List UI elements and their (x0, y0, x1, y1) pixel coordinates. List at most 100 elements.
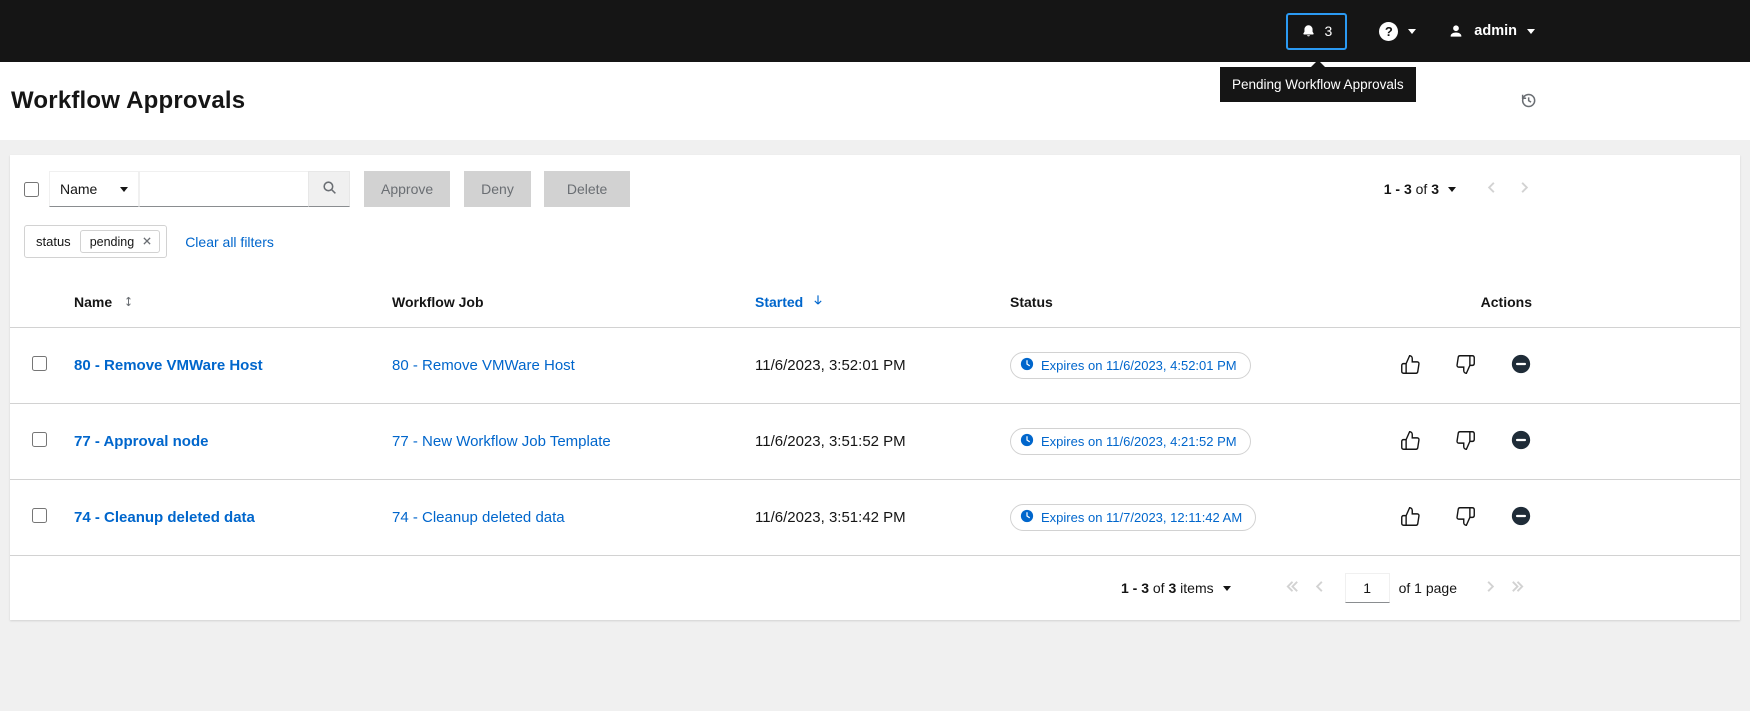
deny-row-button[interactable] (1455, 354, 1476, 378)
chevron-left-icon (1312, 579, 1327, 597)
status-expiration-badge: Expires on 11/6/2023, 4:52:01 PM (1010, 352, 1251, 379)
user-icon (1448, 23, 1464, 39)
deny-row-button[interactable] (1455, 506, 1476, 530)
row-actions (1360, 353, 1740, 378)
page-header: Workflow Approvals (0, 62, 1750, 140)
double-chevron-left-icon (1285, 579, 1300, 597)
chip-group-label: status (36, 234, 71, 249)
username: admin (1474, 23, 1517, 39)
filter-type-dropdown[interactable]: Name (49, 171, 139, 207)
started-value: 11/6/2023, 3:52:01 PM (755, 357, 1010, 374)
help-menu[interactable]: ? (1379, 22, 1416, 41)
column-header-status: Status (1010, 294, 1360, 310)
chevron-down-icon (1527, 29, 1535, 34)
row-checkbox[interactable] (32, 508, 47, 523)
caret-down-icon (1223, 586, 1231, 591)
approve-row-button[interactable] (1400, 354, 1421, 378)
page-title: Workflow Approvals (11, 87, 245, 115)
thumbs-up-icon (1400, 430, 1421, 454)
double-chevron-right-icon (1510, 579, 1525, 597)
approval-name-link[interactable]: 80 - Remove VMWare Host (74, 357, 263, 374)
caret-down-icon (120, 187, 128, 192)
row-actions (1360, 505, 1740, 530)
clock-icon (1020, 509, 1034, 526)
started-value: 11/6/2023, 3:51:42 PM (755, 509, 1010, 526)
row-checkbox[interactable] (32, 432, 47, 447)
clock-icon (1020, 433, 1034, 450)
chevron-right-icon (1517, 180, 1532, 198)
approve-row-button[interactable] (1400, 430, 1421, 454)
list-toolbar: Name Approve Deny Delete 1 - 3 of 3 (10, 155, 1740, 217)
minus-circle-icon (1510, 353, 1532, 378)
search-button[interactable] (308, 171, 350, 207)
items-summary: 1 - 3 of 3 items (1121, 580, 1214, 596)
clear-all-filters-link[interactable]: Clear all filters (185, 234, 274, 250)
status-expiration-badge: Expires on 11/7/2023, 12:11:42 AM (1010, 504, 1256, 531)
bottom-pagination: 1 - 3 of 3 items of 1 page (10, 556, 1740, 620)
status-chip-group: status pending (24, 225, 167, 258)
deny-row-button[interactable] (1455, 430, 1476, 454)
chevron-left-icon (1484, 180, 1499, 198)
masthead: 3 ? admin (0, 0, 1750, 62)
cancel-row-button[interactable] (1510, 429, 1532, 454)
sort-icon (122, 295, 135, 308)
delete-button[interactable]: Delete (544, 171, 630, 207)
cancel-row-button[interactable] (1510, 353, 1532, 378)
help-icon: ? (1379, 22, 1398, 41)
previous-page-button[interactable] (1312, 579, 1327, 597)
approval-name-link[interactable]: 77 - Approval node (74, 433, 208, 450)
thumbs-down-icon (1455, 354, 1476, 378)
table-row: 74 - Cleanup deleted data 74 - Cleanup d… (10, 480, 1740, 556)
workflow-approvals-card: Name Approve Deny Delete 1 - 3 of 3 (10, 155, 1740, 620)
filter-type-label: Name (60, 181, 97, 197)
notifications-button[interactable]: 3 (1286, 13, 1348, 50)
started-value: 11/6/2023, 3:51:52 PM (755, 433, 1010, 450)
first-page-button[interactable] (1285, 579, 1300, 597)
table-header-row: Name Workflow Job Started Status Actions (10, 276, 1740, 328)
workflow-job-link[interactable]: 74 - Cleanup deleted data (392, 509, 565, 526)
page-number-input[interactable] (1345, 573, 1390, 603)
workflow-job-link[interactable]: 80 - Remove VMWare Host (392, 357, 575, 374)
chip-close-button[interactable] (142, 234, 152, 249)
close-icon (142, 234, 152, 249)
clock-icon (1020, 357, 1034, 374)
cancel-row-button[interactable] (1510, 505, 1532, 530)
column-header-actions: Actions (1360, 294, 1740, 310)
column-header-workflow-job: Workflow Job (392, 294, 755, 310)
tooltip-text: Pending Workflow Approvals (1232, 77, 1404, 92)
approvals-table: Name Workflow Job Started Status Actions… (10, 276, 1740, 556)
minus-circle-icon (1510, 505, 1532, 530)
workflow-job-link[interactable]: 77 - New Workflow Job Template (392, 433, 611, 450)
column-header-name[interactable]: Name (74, 294, 392, 310)
pagination-summary: 1 - 3 of 3 (1384, 181, 1439, 197)
approve-row-button[interactable] (1400, 506, 1421, 530)
column-header-started[interactable]: Started (755, 293, 1010, 310)
pagination-dropdown-toggle[interactable]: 1 - 3 of 3 (1384, 181, 1456, 197)
filter-chip: pending (80, 230, 161, 253)
thumbs-up-icon (1400, 506, 1421, 530)
history-button[interactable] (1519, 91, 1538, 113)
thumbs-up-icon (1400, 354, 1421, 378)
row-checkbox[interactable] (32, 356, 47, 371)
next-page-button[interactable] (1517, 180, 1532, 198)
items-per-page-toggle[interactable]: 1 - 3 of 3 items (1121, 580, 1231, 596)
search-icon (321, 179, 338, 199)
user-menu[interactable]: admin (1448, 23, 1535, 39)
approve-button[interactable]: Approve (364, 171, 450, 207)
chevron-right-icon (1483, 579, 1498, 597)
row-actions (1360, 429, 1740, 454)
filter-chips-row: status pending Clear all filters (10, 217, 1740, 264)
chip-label: pending (90, 235, 135, 249)
deny-button[interactable]: Deny (464, 171, 531, 207)
history-icon (1519, 91, 1538, 113)
table-row: 80 - Remove VMWare Host 80 - Remove VMWa… (10, 328, 1740, 404)
next-page-button[interactable] (1483, 579, 1498, 597)
status-expiration-badge: Expires on 11/6/2023, 4:21:52 PM (1010, 428, 1251, 455)
thumbs-down-icon (1455, 430, 1476, 454)
bell-icon (1301, 24, 1316, 39)
last-page-button[interactable] (1510, 579, 1525, 597)
select-all-checkbox[interactable] (24, 182, 39, 197)
approval-name-link[interactable]: 74 - Cleanup deleted data (74, 509, 255, 526)
previous-page-button[interactable] (1484, 180, 1499, 198)
search-input[interactable] (139, 171, 309, 207)
